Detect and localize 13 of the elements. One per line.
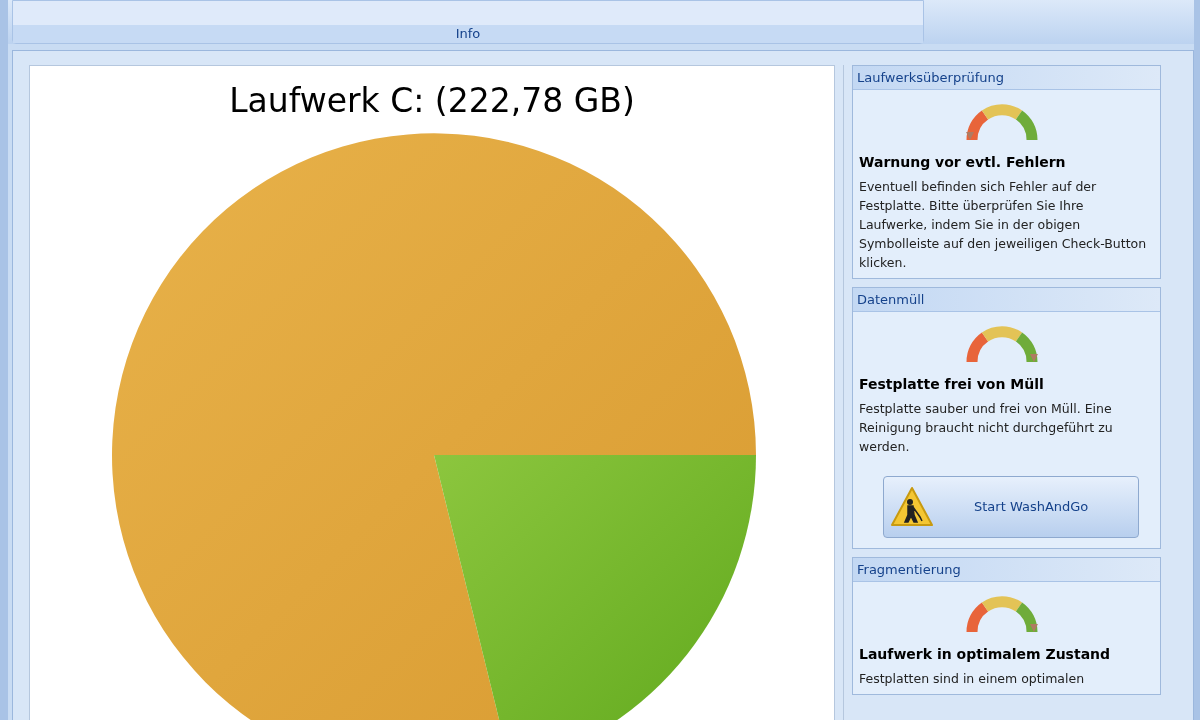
card-title: Datenmüll [853, 288, 1160, 312]
status-heading: Festplatte frei von Müll [859, 375, 1045, 394]
ribbon-group-label: Info [13, 25, 923, 43]
card-title: Laufwerksüberprüfung [853, 66, 1160, 90]
chart-title: Laufwerk C: (222,78 GB) [229, 80, 635, 122]
start-cleaning-button[interactable]: Start WashAndGo [883, 476, 1139, 538]
card-title: Fragmentierung [853, 558, 1160, 582]
worker-warning-icon [890, 485, 934, 529]
status-heading: Laufwerk in optimalem Zustand [859, 645, 1112, 664]
status-description: Festplatten sind in einem optimalen [859, 670, 1086, 688]
status-description: Eventuell befinden sich Fehler auf der Festplatte. Bitte überprüfen Sie Ihre Laufwerke, indem Sie in der obigen Symbolleiste auf den jeweiligen Check-Button klicken. [859, 178, 1148, 272]
status-description: Festplatte sauber und frei von Müll. Eine Reinigung braucht nicht durchgeführt zu werden. [859, 400, 1114, 456]
status-heading: Warnung vor evtl. Fehlern [859, 153, 1067, 172]
